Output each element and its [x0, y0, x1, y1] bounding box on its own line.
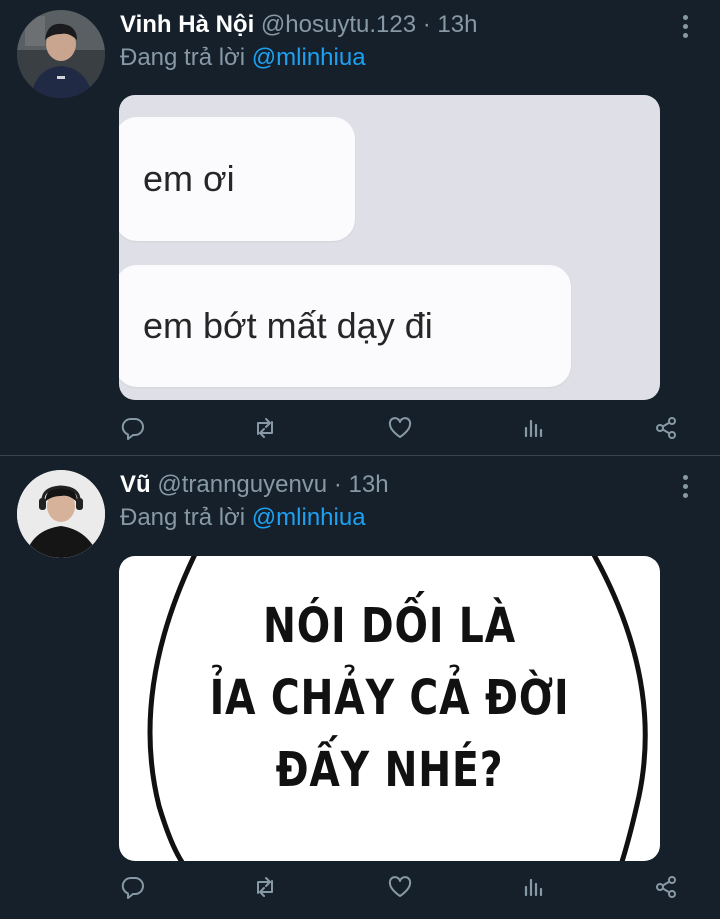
mention-link[interactable]: @mlinhiua: [252, 44, 366, 71]
timestamp[interactable]: 13h: [349, 471, 389, 498]
username[interactable]: @trannguyenvu: [157, 471, 327, 498]
tweet[interactable]: Vũ @trannguyenvu · 13h Đang trả lời @mli…: [0, 456, 720, 919]
replying-to: Đang trả lời @mlinhiua: [120, 44, 366, 72]
reply-icon: [121, 417, 144, 440]
retweet-button[interactable]: [247, 410, 283, 446]
replying-to-label: Đang trả lời: [120, 504, 246, 531]
comic-line: ĐẤY NHÉ?: [275, 742, 504, 798]
tweet-image[interactable]: NÓI DỐI LÀ ỈA CHẢY CẢ ĐỜI ĐẤY NHÉ?: [119, 556, 660, 861]
analytics-button[interactable]: [515, 410, 551, 446]
like-button[interactable]: [382, 410, 418, 446]
tweet[interactable]: Vinh Hà Nội @hosuytu.123 · 13h Đang trả …: [0, 0, 720, 456]
chat-bubble-text: em bớt mất dạy đi: [143, 305, 433, 346]
avatar[interactable]: [17, 10, 105, 98]
analytics-button[interactable]: [515, 869, 551, 905]
replying-to-label: Đang trả lời: [120, 44, 246, 71]
avatar[interactable]: [17, 470, 105, 558]
username[interactable]: @hosuytu.123: [261, 11, 416, 38]
more-vertical-icon[interactable]: [674, 472, 696, 502]
retweet-button[interactable]: [247, 869, 283, 905]
separator-dot: ·: [422, 11, 431, 38]
mention-link[interactable]: @mlinhiua: [252, 504, 366, 531]
more-vertical-icon[interactable]: [674, 12, 696, 42]
retweet-icon: [257, 877, 273, 897]
display-name[interactable]: Vinh Hà Nội: [120, 11, 254, 38]
display-name[interactable]: Vũ: [120, 471, 151, 498]
action-bar: [0, 410, 720, 450]
like-button[interactable]: [382, 869, 418, 905]
share-icon: [656, 417, 676, 439]
reply-button[interactable]: [115, 410, 151, 446]
timestamp[interactable]: 13h: [437, 11, 477, 38]
chat-bubble-text: em ơi: [143, 158, 235, 199]
comic-line: NÓI DỐI LÀ: [263, 598, 516, 654]
comic-line: ỈA CHẢY CẢ ĐỜI: [209, 670, 570, 726]
author-line: Vinh Hà Nội @hosuytu.123 · 13h: [120, 11, 477, 39]
action-bar: [0, 869, 720, 909]
heart-icon: [388, 876, 412, 897]
analytics-icon: [524, 419, 543, 438]
chat-bubble: em bớt mất dạy đi: [119, 265, 571, 387]
reply-button[interactable]: [115, 869, 151, 905]
heart-icon: [388, 417, 412, 438]
reply-icon: [121, 876, 144, 899]
tweet-image[interactable]: em ơi em bớt mất dạy đi: [119, 95, 660, 400]
analytics-icon: [524, 878, 543, 897]
share-button[interactable]: [648, 410, 684, 446]
retweet-icon: [257, 418, 273, 438]
chat-bubble: em ơi: [119, 117, 355, 241]
author-line: Vũ @trannguyenvu · 13h: [120, 471, 389, 499]
comic-speech-text: NÓI DỐI LÀ ỈA CHẢY CẢ ĐỜI ĐẤY NHÉ?: [168, 590, 612, 806]
share-button[interactable]: [648, 869, 684, 905]
separator-dot: ·: [333, 471, 342, 498]
share-icon: [656, 876, 676, 898]
replying-to: Đang trả lời @mlinhiua: [120, 504, 366, 532]
